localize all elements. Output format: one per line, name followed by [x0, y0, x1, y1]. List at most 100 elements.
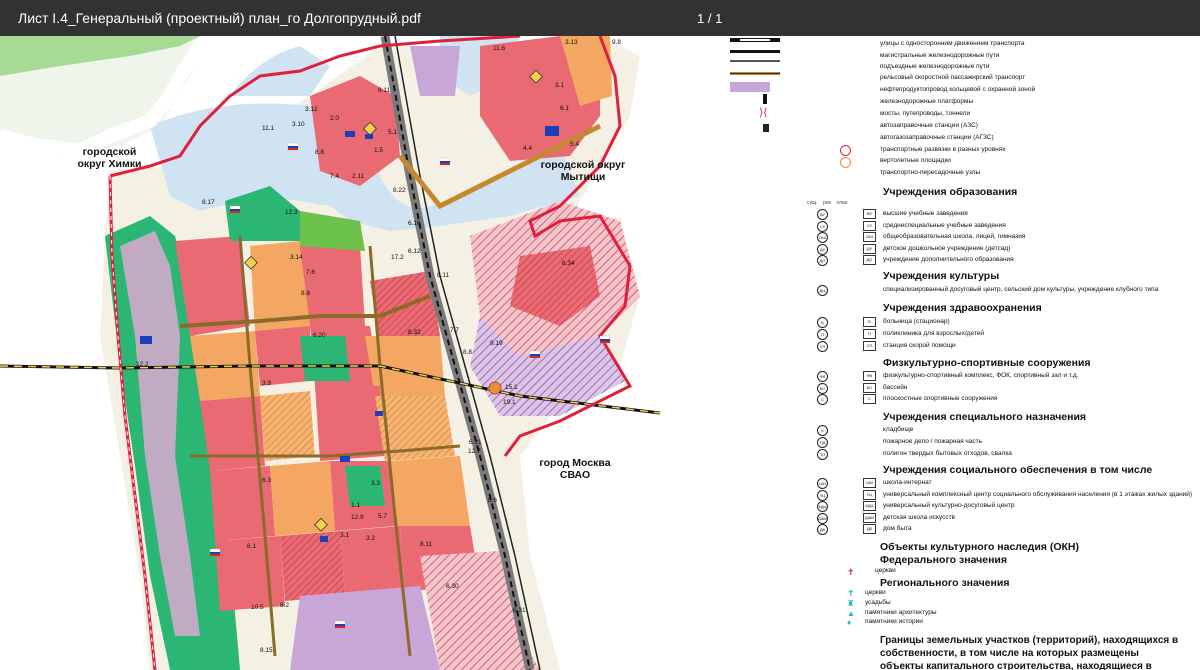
zone-code-label: 8.11	[378, 87, 391, 94]
legend-item-label: станция скорой помощи	[883, 342, 956, 349]
legend-planned-symbol: ШИ	[863, 478, 876, 488]
zone-code-label: 3.12	[305, 106, 318, 113]
legend-planned-symbol: КДЦ	[863, 501, 876, 511]
legend-item-label: школа-интернат	[883, 479, 932, 486]
legend-top-item: транспортные развязки в разных уровнях	[880, 146, 1006, 153]
legend-planned-symbol: ДБ	[863, 524, 876, 534]
legend-top-item: автогазозаправочные станции (АГЗС)	[880, 134, 994, 141]
legend-okn-regional-title: Регионального значения	[880, 577, 1010, 589]
zone-code-label: 12.9	[351, 514, 364, 521]
zone-code-label: 5.4	[570, 141, 579, 148]
legend-item-label: общеобразовательная школа, лицей, гимназ…	[883, 233, 1026, 240]
legend-top-item: подъездные железнодорожные пути	[880, 63, 990, 70]
zone-code-label: 6.20	[313, 332, 326, 339]
mytishchi-label: городской округ Мытищи	[540, 159, 626, 183]
zone-code-label: 8.8	[463, 349, 472, 356]
legend-item-label: плоскостные спортивные сооружения	[883, 395, 998, 402]
legend-planned-symbol: Б	[863, 317, 876, 327]
legend-top-item: магистральные железнодорожные пути	[880, 52, 1000, 59]
legend-item-label: универсальный культурно-досуговый центр	[883, 502, 1015, 509]
zone-code-label: 8.11	[437, 272, 450, 279]
church-federal-icon: ✝	[847, 567, 855, 577]
pdf-page[interactable]: 11.6 3.13 9.8 3.12 8.11 3.1 6.1 2.0 5.1 11.1 3.10 8…	[0, 36, 1200, 670]
legend-existing-symbol: С	[817, 394, 828, 405]
legend-item-label: специализированный досуговый центр, сель…	[883, 286, 1159, 293]
legend-top-item: рельсовый скоростной пассажирский трансп…	[880, 74, 1026, 81]
zone-code-label: 8.2	[280, 602, 289, 609]
architecture-monument-icon: ▲	[847, 609, 855, 618]
legend-existing-symbol: ФК	[817, 371, 828, 382]
legend-existing-symbol: БС	[817, 382, 828, 394]
zone-code-label: 4.4	[523, 145, 532, 152]
legend-column-heads: сущ. рек план	[807, 200, 848, 206]
zone-code-label: 2.11	[352, 173, 365, 180]
legend-okn-title: Объекты культурного наследия (ОКН)	[880, 541, 1079, 553]
legend-top-item: вертолетные площадки	[880, 157, 951, 164]
zone-code-label: 7.7	[450, 327, 459, 334]
legend-item-label: бассейн	[883, 383, 908, 391]
transit-hub-icon	[840, 157, 851, 168]
legend-top-item: железнодорожные платформы	[880, 98, 974, 105]
legend-special-title: Учреждения специального назначения	[883, 411, 1087, 423]
zone-code-label: 8.15	[260, 647, 273, 654]
page-indicator: 1 / 1	[697, 11, 723, 26]
zone-code-label: 17.2	[391, 254, 404, 261]
zone-code-label: 3.9	[262, 380, 271, 387]
svg-text:⟩⟨: ⟩⟨	[759, 106, 768, 119]
legend-item-label: физкультурно-спортивный комплекс, ФОК, с…	[883, 372, 1079, 379]
legend-planned-symbol: ОШ	[863, 232, 876, 242]
legend-planned-symbol: СП	[863, 341, 876, 351]
legend-item-label: дом быта	[883, 525, 912, 532]
map-canvas: 11.6 3.13 9.8 3.12 8.11 3.1 6.1 2.0 5.1 11.1 3.10 8…	[0, 36, 690, 670]
legend-item-label: детская школа искусств	[883, 513, 955, 521]
khimki-label: городской округ Химки	[77, 146, 142, 170]
zone-code-label: 5.7	[378, 513, 387, 520]
zone-code-label: 12.7	[468, 448, 481, 455]
legend-existing-symbol: ДУ	[817, 243, 828, 255]
legend-health-title: Учреждения здравоохранения	[883, 302, 1042, 314]
master-plan-map[interactable]: 11.6 3.13 9.8 3.12 8.11 3.1 6.1 2.0 5.1 11.1 3.10 8…	[0, 36, 690, 670]
zone-code-label: 3.1	[555, 82, 564, 89]
document-title: Лист I.4_Генеральный (проектный) план_го…	[18, 10, 421, 26]
estate-icon: ♜	[847, 599, 855, 608]
legend-item-label: пожарное депо / пожарная часть	[883, 438, 983, 445]
church-regional-icon: ✝	[847, 588, 855, 598]
legend-existing-symbol: ДЦ	[817, 285, 828, 296]
legend-existing-symbol: ТО	[817, 449, 828, 460]
zone-code-label: 6.21	[469, 439, 482, 446]
map-legend: ⟩⟨ улицы с односторонним движением транс…	[690, 36, 1200, 670]
legend-item-label: поликлиника для взрослых/детей	[883, 330, 984, 337]
zone-code-label: 8.8	[301, 290, 310, 297]
legend-bottom-title: Границы земельных участков (территорий),…	[880, 635, 1179, 670]
legend-okn-regional-item: памятники архитектуры	[865, 609, 937, 616]
legend-education-title: Учреждения образования	[883, 186, 1018, 198]
zone-code-label: 3.1	[340, 532, 349, 539]
legend-planned-symbol: УЦ	[863, 489, 876, 500]
legend-top-item: автозаправочные станции (АЗС)	[880, 122, 978, 129]
zone-code-label: 3.3	[371, 480, 380, 487]
legend-planned-symbol: ФК	[863, 371, 876, 381]
legend-existing-symbol: Б	[817, 317, 828, 328]
legend-okn-federal-item: церкви	[875, 567, 896, 574]
moscow-label: город Москва СВАО	[539, 457, 611, 481]
legend-item-label: кладбище	[883, 426, 914, 433]
zone-code-label: 15.1	[505, 384, 518, 391]
legend-planned-symbol: СУ	[863, 220, 876, 231]
legend-line-symbols: ⟩⟨	[730, 38, 780, 132]
zone-code-label: 8.11	[420, 541, 433, 548]
zone-code-label: 1.1	[351, 502, 360, 509]
legend-existing-symbol: СУ	[817, 220, 828, 232]
legend-item-label: универсальный комплексный центр социальн…	[883, 490, 1193, 498]
legend-existing-symbol: КДЦ	[817, 501, 828, 512]
legend-planned-symbol: П	[863, 329, 876, 339]
legend-existing-symbol: ДО	[817, 255, 828, 266]
legend-okn-regional-item: усадьбы	[865, 599, 891, 606]
legend-okn-regional-item: памятники истории	[865, 618, 923, 625]
legend-top-item: нефтепродуктопровод кольцевой с охранной…	[880, 86, 1036, 93]
legend-planned-symbol: ДО	[863, 255, 876, 265]
legend-existing-symbol: ШИ	[817, 478, 828, 489]
zone-code-label: 6.3	[262, 477, 271, 484]
legend-existing-symbol: ДШИ	[817, 512, 828, 524]
zone-code-label: 8.17	[202, 199, 215, 206]
zone-code-label: 6.34	[562, 260, 575, 267]
